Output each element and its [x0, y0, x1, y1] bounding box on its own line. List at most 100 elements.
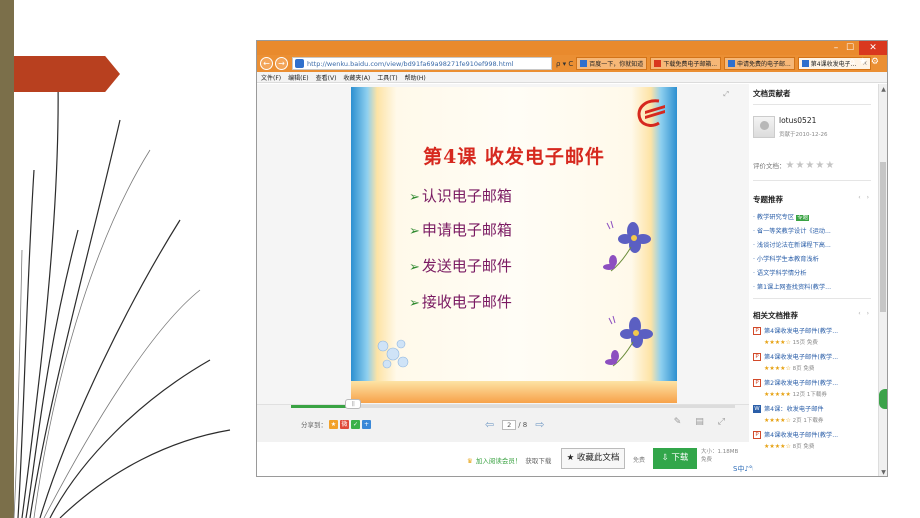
slide-bottom-band: [351, 381, 677, 403]
topics-pager-icon[interactable]: ‹ ›: [858, 194, 871, 201]
related-document[interactable]: P 第4课收发电子邮件(教学... ★★★★☆ 8页 免费: [753, 352, 873, 372]
topic-link[interactable]: · 小学科学生本教育浅析: [753, 254, 819, 263]
prev-page-icon[interactable]: ⇦: [485, 418, 494, 431]
address-bar[interactable]: http://wenku.baidu.com/view/bd91fa69a982…: [292, 57, 552, 70]
back-button[interactable]: ←: [260, 57, 273, 70]
vip-crown-icon: ♛: [467, 457, 473, 465]
doc-price: 1下载券: [806, 392, 827, 398]
related-document[interactable]: W 第4课：收发电子邮件 ★★★★☆ 2页 1下载券: [753, 404, 873, 424]
page-number-input[interactable]: 2: [502, 419, 517, 430]
fullscreen-toggle-icon[interactable]: ⤢: [718, 417, 739, 427]
slide-title: 第4课 收发电子邮件: [423, 146, 605, 168]
page-content: ⤢ 第4课 收发电子邮件 ➢ 认识电子邮箱 ➢ 申请电子邮箱 ➢ 发送电子邮件 ➢ 接收…: [257, 84, 879, 476]
viewer-tools: ✎▤⤢: [674, 417, 739, 427]
bullet-arrow-icon: ➢: [409, 190, 420, 205]
slide-bullet-item: ➢ 发送电子邮件: [409, 255, 512, 276]
pdf-file-icon: P: [753, 431, 761, 439]
divider: [753, 180, 871, 181]
favorite-document-button[interactable]: ★ 收藏此文档: [561, 448, 625, 469]
scroll-up-icon[interactable]: ▲: [879, 86, 887, 93]
minimize-button[interactable]: –: [829, 41, 843, 55]
related-document[interactable]: P 第4课收发电子邮件(教学... ★★★★☆ 8页 免费: [753, 430, 873, 450]
close-window-button[interactable]: ✕: [859, 41, 887, 55]
print-icon[interactable]: ▤: [695, 417, 718, 427]
topic-link[interactable]: · 语文学科学情分析: [753, 268, 806, 277]
scroll-down-icon[interactable]: ▼: [879, 469, 887, 476]
doc-price: 免费: [803, 366, 815, 372]
topic-tag-badge: 专题: [796, 215, 810, 221]
avatar[interactable]: [753, 116, 775, 138]
browser-tab[interactable]: 申请免费的电子邮...: [724, 57, 795, 70]
doc-price: 1下载券: [803, 418, 824, 424]
search-refresh-icon[interactable]: ρ ▾ C: [556, 60, 573, 68]
menu-tools[interactable]: 工具(T): [377, 73, 397, 82]
bullet-arrow-icon: ➢: [409, 296, 420, 311]
menu-edit[interactable]: 编辑(E): [288, 73, 308, 82]
bullet-arrow-icon: ➢: [409, 224, 420, 239]
topic-link[interactable]: · 教学研究专区 专题: [753, 212, 810, 221]
doc-title: 第4课：收发电子邮件: [764, 406, 824, 413]
right-sidebar: 文档贡献者 lotus0521 贡献于2010-12-26 评价文档：★★★★★…: [753, 84, 879, 476]
blossom-decoration-icon: [377, 339, 409, 369]
address-text: http://wenku.baidu.com/view/bd91fa69a982…: [307, 59, 514, 68]
viewer-toolbar: || 分享到： ★ 微 ✓ + ⇦ 2 / 8 ⇨ ✎▤⤢: [257, 399, 749, 442]
rating-label: 评价文档：: [753, 162, 786, 170]
share-weibo-icon[interactable]: 微: [340, 419, 349, 429]
file-size: 大小：1.18MB: [701, 449, 739, 455]
contributor-title: 文档贡献者: [753, 89, 791, 98]
doc-pages: 2页: [792, 418, 802, 424]
title-accent-tab: [14, 56, 120, 92]
tab-favicon-icon: [654, 60, 662, 67]
related-document[interactable]: P 第4课收发电子邮件(教学... ★★★★☆ 15页 免费: [753, 326, 873, 346]
title-bar: – ☐ ✕: [257, 41, 887, 55]
divider: [753, 298, 871, 299]
vertical-scrollbar[interactable]: ▲ ▼: [878, 84, 887, 476]
home-favorites-settings-icons[interactable]: ⌂★⚙: [849, 57, 883, 67]
scroll-thumb[interactable]: [880, 162, 886, 312]
topic-link[interactable]: · 浅谈讨论法在新课程下高...: [753, 240, 831, 249]
next-page-icon[interactable]: ⇨: [535, 418, 544, 431]
vip-text: 加入阅读会员！: [475, 457, 522, 465]
download-button[interactable]: ⇩ 下载: [653, 448, 697, 469]
contributor-name[interactable]: lotus0521: [779, 116, 816, 125]
reading-progress-bar[interactable]: ||: [291, 399, 735, 409]
side-widget-tab[interactable]: [879, 389, 887, 409]
related-document[interactable]: P 第2课收发电子邮件(教学... ★★★★★ 12页 1下载券: [753, 378, 873, 398]
doc-title: 第4课收发电子邮件(教学...: [764, 432, 839, 439]
menu-help[interactable]: 帮助(H): [405, 73, 426, 82]
doc-title: 第4课收发电子邮件(教学...: [764, 354, 839, 361]
browser-tab[interactable]: 百度一下，你就知道: [576, 57, 648, 70]
bullet-arrow-icon: ➢: [409, 260, 420, 275]
doc-title: 第2课收发电子邮件(教学...: [764, 380, 839, 387]
menu-favorites[interactable]: 收藏夹(A): [343, 73, 370, 82]
forward-button[interactable]: →: [275, 57, 288, 70]
ppt-file-icon: P: [753, 379, 761, 387]
share-wechat-icon[interactable]: ✓: [351, 419, 360, 429]
progress-knob[interactable]: ||: [345, 399, 362, 409]
topic-text: · 教学研究专区: [753, 214, 795, 221]
flower-decoration-icon: [603, 220, 651, 272]
browser-tab[interactable]: 下载免费电子邮箱...: [650, 57, 722, 70]
tab-favicon-icon: [728, 60, 736, 67]
related-pager-icon[interactable]: ‹ ›: [858, 310, 871, 317]
progress-fill: [291, 405, 354, 408]
rating-row: 评价文档：★★★★★: [753, 160, 835, 171]
menu-view[interactable]: 查看(V): [316, 73, 337, 82]
topic-link[interactable]: · 省一等奖教学设计《运动...: [753, 226, 831, 235]
tab-label: 下载免费电子邮箱...: [663, 61, 718, 68]
download-price: 免费: [701, 457, 713, 463]
topic-link[interactable]: · 第1课上网查找资料(教学...: [753, 282, 831, 291]
navigation-bar: ← → http://wenku.baidu.com/view/bd91fa69…: [257, 55, 887, 72]
menu-file[interactable]: 文件(F): [261, 73, 281, 82]
maximize-button[interactable]: ☐: [843, 41, 857, 55]
document-viewer: ⤢ 第4课 收发电子邮件 ➢ 认识电子邮箱 ➢ 申请电子邮箱 ➢ 发送电子邮件 ➢ 接收…: [257, 84, 749, 404]
rating-stars-icon[interactable]: ★★★★★: [786, 160, 836, 171]
edit-note-icon[interactable]: ✎: [674, 417, 696, 427]
share-more-icon[interactable]: +: [362, 419, 371, 429]
bullet-text: 接收电子邮件: [421, 293, 512, 311]
share-qzone-icon[interactable]: ★: [329, 419, 338, 429]
fullscreen-icon[interactable]: ⤢: [723, 90, 729, 99]
slide-bullet-item: ➢ 认识电子邮箱: [409, 185, 512, 206]
doc-title: 第4课收发电子邮件(教学...: [764, 328, 839, 335]
vip-promo[interactable]: ♛ 加入阅读会员！ 获取下载: [467, 455, 551, 465]
